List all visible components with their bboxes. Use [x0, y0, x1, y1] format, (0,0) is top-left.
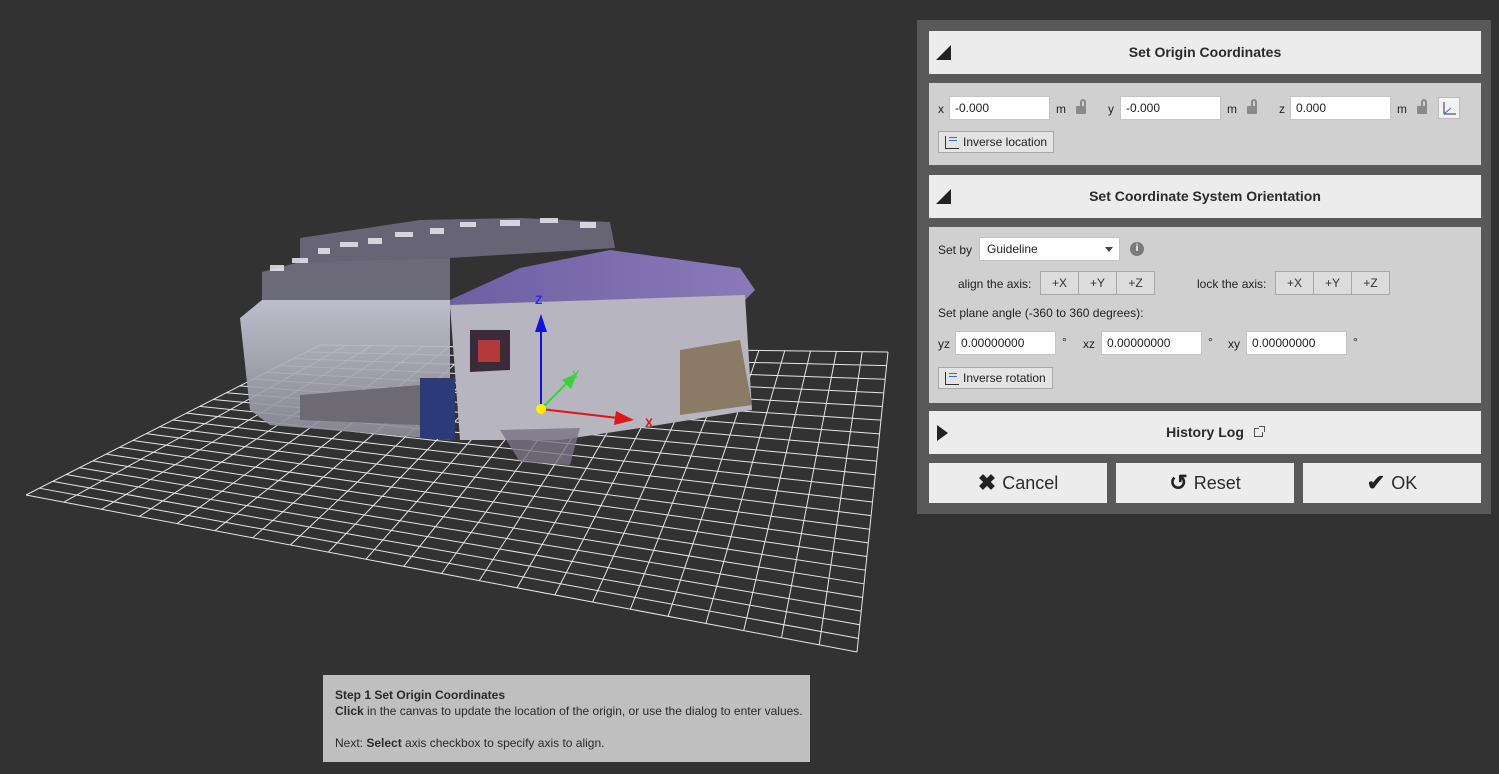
- reset-button[interactable]: ↺ Reset: [1116, 463, 1294, 503]
- unlock-icon[interactable]: [1247, 99, 1257, 114]
- align-plus-y-button[interactable]: +Y: [1078, 271, 1117, 295]
- orientation-section-body: Set by Guideline i align the axis: +X +Y…: [929, 227, 1481, 403]
- x-coordinate-input[interactable]: -0.000: [949, 96, 1050, 120]
- hint-line-1: Click in the canvas to update the locati…: [335, 703, 810, 719]
- axis-origin-icon[interactable]: [1438, 97, 1460, 119]
- xz-degree: °: [1208, 335, 1213, 349]
- inverse-rotation-label: Inverse rotation: [963, 371, 1046, 385]
- origin-section-header[interactable]: Set Origin Coordinates: [929, 31, 1481, 74]
- grid-line: [780, 351, 837, 638]
- set-by-value: Guideline: [987, 242, 1038, 256]
- y-axis-label: Y: [572, 369, 580, 381]
- ok-label: OK: [1391, 472, 1418, 493]
- set-by-label: Set by: [938, 243, 973, 257]
- inverse-location-label: Inverse location: [963, 135, 1048, 149]
- hint-click-word: Click: [335, 704, 364, 718]
- xy-label: xy: [1228, 337, 1240, 351]
- z-coordinate-input[interactable]: 0.000: [1290, 96, 1391, 120]
- align-plus-z-button[interactable]: +Z: [1116, 271, 1155, 295]
- viewport-canvas[interactable]: Z Y X: [0, 0, 915, 774]
- yz-label: yz: [938, 337, 950, 351]
- grid-line: [856, 351, 889, 653]
- inverse-location-button[interactable]: Inverse location: [938, 131, 1055, 153]
- xy-degree: °: [1353, 335, 1358, 349]
- lock-plus-z-button[interactable]: +Z: [1351, 271, 1390, 295]
- z-unit: m: [1397, 102, 1407, 116]
- lock-plus-x-button[interactable]: +X: [1275, 271, 1314, 295]
- step-hint-panel: Step 1 Set Origin Coordinates Click in t…: [323, 675, 810, 762]
- reset-label: Reset: [1193, 472, 1241, 493]
- z-label: z: [1279, 102, 1285, 116]
- ok-button[interactable]: ✔ OK: [1303, 463, 1481, 503]
- orientation-section-title: Set Coordinate System Orientation: [1089, 188, 1321, 204]
- origin-section-body: x -0.000 m y -0.000 m z 0.000 m Inverse …: [929, 83, 1481, 165]
- xz-angle-input[interactable]: 0.00000000: [1101, 331, 1202, 355]
- yz-angle-input[interactable]: 0.00000000: [955, 331, 1056, 355]
- inverse-rotation-button[interactable]: Inverse rotation: [938, 367, 1053, 389]
- orientation-section-header[interactable]: Set Coordinate System Orientation: [929, 175, 1481, 218]
- cancel-button[interactable]: ✖ Cancel: [929, 463, 1107, 503]
- inverse-icon: [945, 372, 959, 385]
- xz-label: xz: [1083, 337, 1095, 351]
- plane-angle-label: Set plane angle (-360 to 360 degrees):: [938, 306, 1144, 320]
- chevron-down-icon: [1105, 247, 1113, 252]
- unlock-icon[interactable]: [1417, 99, 1427, 114]
- origin-section-title: Set Origin Coordinates: [1128, 44, 1282, 60]
- 3d-viewport[interactable]: Z Y X: [0, 0, 915, 774]
- grid-line: [119, 446, 867, 558]
- hint-line-1-text: in the canvas to update the location of …: [363, 704, 803, 718]
- hint-line-2: Next: Select axis checkbox to specify ax…: [335, 735, 810, 751]
- history-section-header[interactable]: History Log: [929, 411, 1481, 454]
- grid-line: [818, 351, 863, 645]
- point-cloud: [240, 218, 755, 465]
- grid-line: [52, 480, 860, 626]
- unlock-icon[interactable]: [1076, 99, 1086, 114]
- align-plus-x-button[interactable]: +X: [1040, 271, 1079, 295]
- lock-axis-label: lock the axis:: [1197, 277, 1267, 291]
- x-unit: m: [1056, 102, 1066, 116]
- align-axis-group: +X +Y +Z: [1040, 271, 1155, 295]
- lock-axis-group: +X +Y +Z: [1275, 271, 1390, 295]
- y-unit: m: [1227, 102, 1237, 116]
- grid-line: [92, 460, 865, 585]
- grid-line: [66, 474, 862, 612]
- y-label: y: [1108, 102, 1114, 116]
- undo-icon: ↺: [1169, 470, 1188, 495]
- x-label: x: [938, 102, 944, 116]
- check-icon: ✔: [1366, 470, 1386, 495]
- xy-angle-input[interactable]: 0.00000000: [1246, 331, 1347, 355]
- x-axis-label: X: [645, 416, 653, 430]
- hint-next-prefix: Next:: [335, 736, 367, 750]
- align-axis-label: align the axis:: [958, 277, 1032, 291]
- z-axis-label: Z: [535, 293, 542, 307]
- grid-line: [132, 439, 869, 544]
- y-coordinate-input[interactable]: -0.000: [1120, 96, 1221, 120]
- external-link-icon[interactable]: [1254, 426, 1265, 437]
- set-by-select[interactable]: Guideline: [979, 237, 1120, 261]
- lock-plus-y-button[interactable]: +Y: [1313, 271, 1352, 295]
- hint-line-2-text: axis checkbox to specify axis to align.: [401, 736, 605, 750]
- yz-degree: °: [1062, 335, 1067, 349]
- close-icon: ✖: [977, 470, 997, 495]
- set-coordinate-system-dialog: Set Origin Coordinates x -0.000 m y -0.0…: [917, 20, 1491, 514]
- history-title-text: History Log: [1166, 424, 1244, 440]
- history-section-title: History Log: [929, 411, 1481, 454]
- grid-line: [743, 350, 812, 631]
- inverse-icon: [945, 136, 959, 149]
- grid-line: [106, 453, 866, 571]
- cancel-label: Cancel: [1002, 472, 1059, 493]
- hint-step-title: Step 1 Set Origin Coordinates: [335, 688, 506, 702]
- hint-select-word: Select: [366, 736, 402, 750]
- info-icon[interactable]: i: [1130, 242, 1144, 256]
